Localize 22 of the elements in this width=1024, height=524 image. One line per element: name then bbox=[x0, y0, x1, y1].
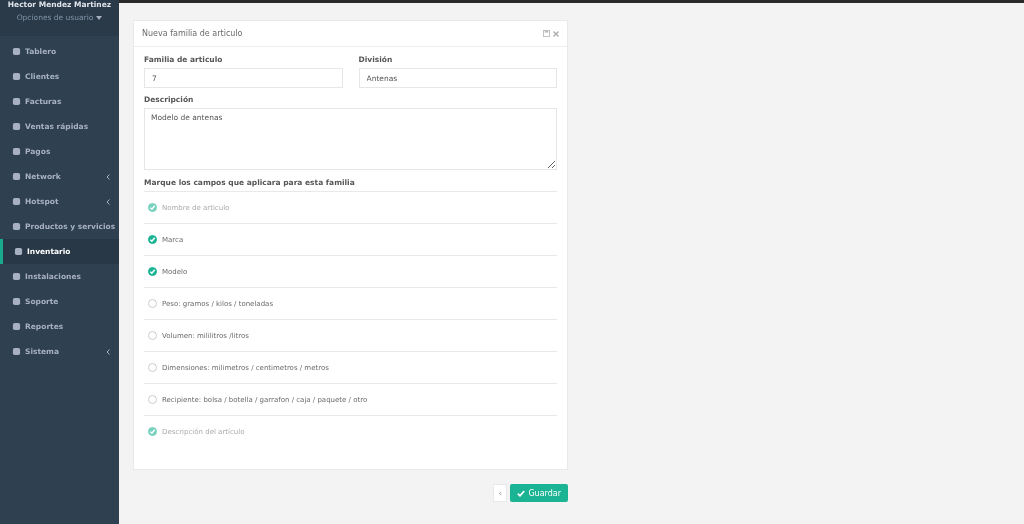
menu-icon bbox=[12, 222, 21, 231]
caret-icon bbox=[96, 15, 103, 20]
menu-icon bbox=[12, 147, 21, 156]
back-button[interactable]: ‹ bbox=[493, 484, 508, 502]
checkbox[interactable] bbox=[148, 267, 157, 276]
menu-icon bbox=[14, 247, 23, 256]
menu-icon bbox=[12, 72, 21, 81]
menu-icon bbox=[12, 172, 21, 181]
menu-icon bbox=[12, 47, 21, 56]
close-icon[interactable] bbox=[553, 30, 559, 37]
menu-icon bbox=[12, 197, 21, 206]
save-icon[interactable] bbox=[543, 30, 550, 37]
menu-icon bbox=[12, 347, 21, 356]
save-button[interactable]: Guardar bbox=[510, 484, 568, 502]
menu-icon bbox=[12, 272, 21, 281]
menu-icon bbox=[12, 122, 21, 131]
check-icon bbox=[517, 489, 526, 497]
menu-icon bbox=[12, 97, 21, 106]
checkbox[interactable] bbox=[148, 235, 157, 244]
panel-title: Nueva familia de articulo bbox=[142, 29, 243, 38]
menu-icon bbox=[12, 322, 21, 331]
menu-icon bbox=[12, 297, 21, 306]
